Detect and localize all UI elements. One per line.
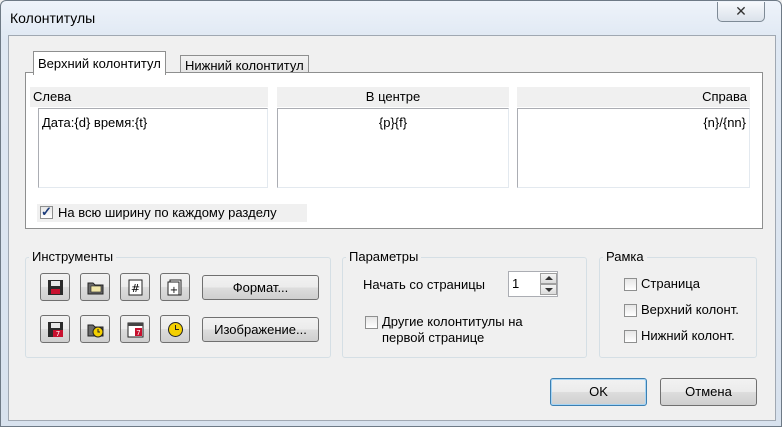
insert-time-button[interactable] xyxy=(80,315,110,343)
insert-save-button[interactable] xyxy=(40,273,70,301)
tab-footer-label: Нижний колонтитул xyxy=(185,58,304,73)
left-text-field[interactable]: Дата:{d} время:{t} xyxy=(38,108,268,188)
close-icon: ✕ xyxy=(735,3,747,19)
start-page-value[interactable]: 1 xyxy=(512,276,519,291)
center-text-field[interactable]: {p}{f} xyxy=(277,108,509,188)
tab-header[interactable]: Верхний колонтитул xyxy=(33,51,166,75)
calendar-icon: 7 xyxy=(127,322,144,338)
frame-group-title: Рамка xyxy=(603,249,647,264)
window-title: Колонтитулы xyxy=(10,10,96,26)
svg-text:7: 7 xyxy=(136,329,140,337)
start-page-spinner[interactable]: 1 xyxy=(508,271,558,297)
date-icon: 7 xyxy=(48,322,63,338)
insert-folder-button[interactable] xyxy=(80,273,110,301)
image-button[interactable]: Изображение... xyxy=(202,317,319,342)
svg-text:+: + xyxy=(170,285,178,296)
svg-text:7: 7 xyxy=(56,330,60,338)
spin-down-icon[interactable] xyxy=(540,284,557,295)
right-column-header: Справа xyxy=(517,87,750,107)
insert-calendar-button[interactable]: 7 xyxy=(120,315,150,343)
first-page-label-line1: Другие колонтитулы на xyxy=(382,314,523,329)
left-column-header: Слева xyxy=(30,87,268,107)
time-icon xyxy=(87,324,104,338)
frame-footer-label: Нижний колонт. xyxy=(641,328,735,343)
close-button[interactable]: ✕ xyxy=(717,2,765,22)
page-number-icon: # xyxy=(128,279,143,296)
frame-footer-checkbox[interactable] xyxy=(624,330,637,343)
parameters-group-title: Параметры xyxy=(346,249,422,264)
dialog-window: Колонтитулы ✕ Верхний колонтитул Нижний … xyxy=(0,0,782,427)
cancel-button[interactable]: Отмена xyxy=(660,378,757,406)
center-column-header: В центре xyxy=(277,87,509,107)
page-count-icon: + xyxy=(167,279,182,296)
full-width-checkbox[interactable] xyxy=(40,204,53,220)
insert-page-number-button[interactable]: # xyxy=(120,273,150,301)
svg-text:#: # xyxy=(131,282,140,295)
title-bar[interactable]: Колонтитулы ✕ xyxy=(1,1,781,35)
tools-group-title: Инструменты xyxy=(29,249,117,264)
frame-header-checkbox[interactable] xyxy=(624,304,637,317)
first-page-checkbox[interactable] xyxy=(365,316,378,329)
frame-page-label: Страница xyxy=(641,276,700,291)
full-width-label: На всю ширину по каждому разделу xyxy=(58,205,277,220)
clock-icon xyxy=(168,322,183,337)
frame-header-label: Верхний колонт. xyxy=(641,302,739,317)
dialog-body: Верхний колонтитул Нижний колонтитул Сле… xyxy=(8,35,776,421)
open-folder-icon xyxy=(87,282,104,295)
spin-up-icon[interactable] xyxy=(540,273,557,284)
start-page-label: Начать со страницы xyxy=(363,277,486,292)
ok-button[interactable]: OK xyxy=(550,378,647,406)
tab-header-label: Верхний колонтитул xyxy=(38,56,161,71)
insert-date-button[interactable]: 7 xyxy=(40,315,70,343)
format-button[interactable]: Формат... xyxy=(202,275,319,300)
frame-page-checkbox[interactable] xyxy=(624,278,637,291)
save-icon xyxy=(48,280,63,295)
insert-clock-button[interactable] xyxy=(160,315,190,343)
insert-page-count-button[interactable]: + xyxy=(160,273,190,301)
right-text-field[interactable]: {n}/{nn} xyxy=(517,108,750,188)
full-width-option[interactable]: На всю ширину по каждому разделу xyxy=(37,204,307,222)
first-page-label-line2: первой странице xyxy=(382,330,485,345)
